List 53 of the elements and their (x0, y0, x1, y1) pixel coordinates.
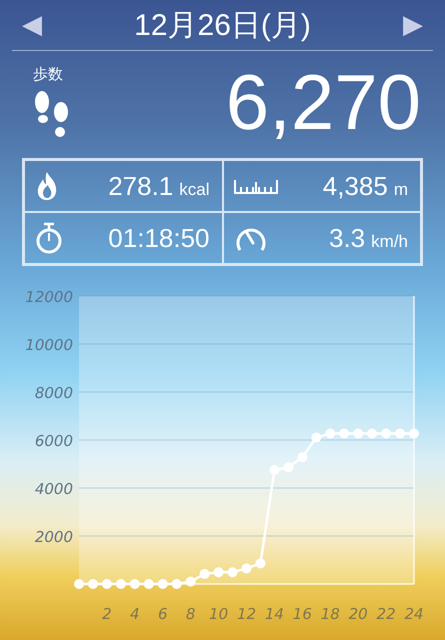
data-point (311, 432, 322, 443)
previous-day-button[interactable]: ◀ (12, 10, 52, 40)
steps-label: 歩数 (33, 65, 63, 84)
data-point (367, 428, 378, 439)
x-axis-label: 4 (130, 605, 140, 623)
footprints-icon (33, 90, 71, 140)
data-point (74, 579, 84, 589)
y-axis-label: 8000 (34, 384, 73, 402)
y-axis-label: 2000 (34, 528, 73, 546)
data-point (381, 428, 392, 439)
stopwatch-icon (35, 222, 63, 254)
data-point (283, 462, 294, 472)
data-point (144, 579, 154, 589)
x-axis-label: 18 (320, 605, 340, 623)
date-title: 12月26日(月) (134, 8, 311, 44)
data-point (395, 428, 406, 439)
data-point (325, 428, 336, 439)
ruler-icon (234, 178, 278, 194)
x-axis-label: 8 (186, 605, 196, 623)
stat-value: 4,385 m (322, 170, 408, 202)
data-point (297, 452, 308, 462)
x-axis-label: 24 (404, 605, 424, 623)
data-point (228, 567, 238, 578)
x-axis-label: 22 (376, 605, 396, 623)
next-day-button[interactable]: ▶ (393, 10, 433, 40)
y-axis-label: 12000 (25, 288, 73, 306)
y-axis-label: 10000 (25, 336, 73, 354)
data-point (269, 465, 280, 475)
data-point (102, 579, 112, 589)
data-point (214, 567, 224, 578)
stat-value: 01:18:50 (108, 222, 210, 254)
x-axis-label: 2 (102, 605, 112, 623)
stat-value: 3.3 km/h (329, 222, 408, 254)
data-point (353, 428, 364, 439)
flame-icon (35, 171, 59, 201)
data-point (242, 563, 252, 574)
x-axis-label: 16 (292, 605, 312, 623)
data-point (255, 558, 266, 568)
x-axis-label: 20 (348, 605, 368, 623)
data-point (130, 579, 140, 589)
y-axis-label: 4000 (34, 480, 73, 498)
x-axis-label: 10 (209, 605, 228, 623)
x-axis-label: 6 (158, 605, 168, 623)
data-point (158, 579, 168, 589)
x-axis-label: 12 (236, 605, 256, 623)
data-point (200, 568, 210, 579)
x-axis-label: 14 (264, 605, 284, 623)
y-axis-label: 6000 (34, 432, 73, 450)
data-point (339, 428, 350, 439)
step-count: 6,270 (226, 57, 421, 148)
stat-value: 278.1 kcal (108, 170, 210, 202)
data-point (116, 579, 126, 589)
data-point (88, 579, 98, 589)
